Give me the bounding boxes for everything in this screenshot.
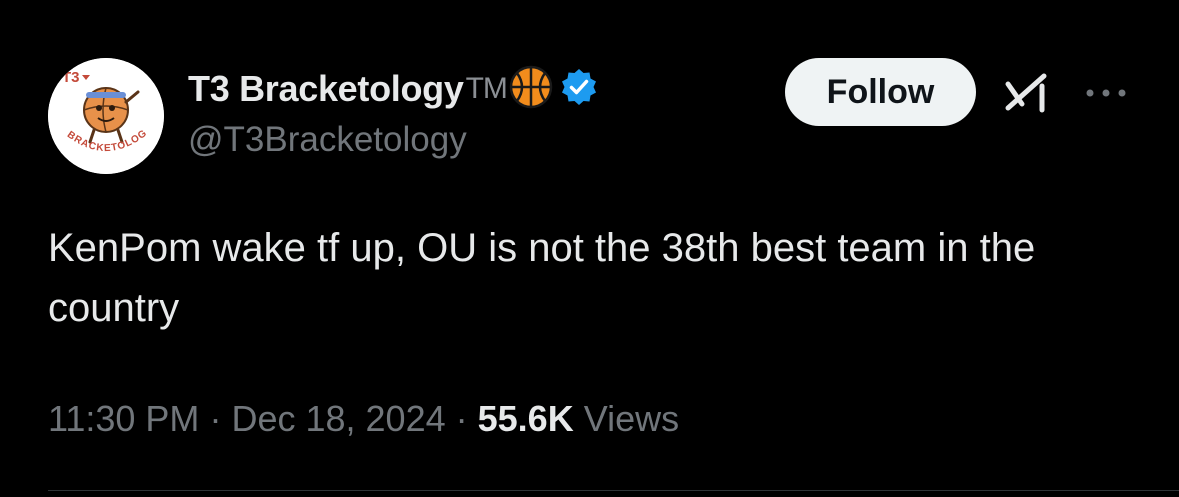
tweet: T3 BRACKETOLOGY T3 Bracketology TM xyxy=(0,0,1179,497)
tweet-text: KenPom wake tf up, OU is not the 38th be… xyxy=(48,226,1036,330)
follow-button[interactable]: Follow xyxy=(785,58,976,126)
basketball-icon xyxy=(509,65,553,114)
author-name-row[interactable]: T3 Bracketology TM xyxy=(188,62,599,116)
avatar-image: T3 BRACKETOLOGY xyxy=(48,58,164,174)
verified-badge-icon[interactable] xyxy=(559,67,599,112)
author-handle[interactable]: @T3Bracketology xyxy=(188,120,467,160)
views-label[interactable]: Views xyxy=(584,398,679,439)
avatar-logo-text: T3 xyxy=(62,69,80,86)
trademark-label: TM xyxy=(465,72,508,105)
more-horizontal-icon[interactable] xyxy=(1082,84,1130,102)
author-display-name[interactable]: T3 Bracketology xyxy=(188,68,464,110)
meta-separator: · xyxy=(209,398,222,439)
tweet-date[interactable]: Dec 18, 2024 xyxy=(231,398,445,439)
grok-icon[interactable] xyxy=(1004,72,1052,114)
divider xyxy=(48,490,1179,491)
avatar[interactable]: T3 BRACKETOLOGY xyxy=(48,58,164,174)
views-count[interactable]: 55.6K xyxy=(478,398,574,439)
tweet-time[interactable]: 11:30 PM xyxy=(48,398,199,439)
tweet-metadata: 11:30 PM · Dec 18, 2024 · 55.6K Views xyxy=(48,398,679,440)
meta-separator: · xyxy=(455,398,468,439)
